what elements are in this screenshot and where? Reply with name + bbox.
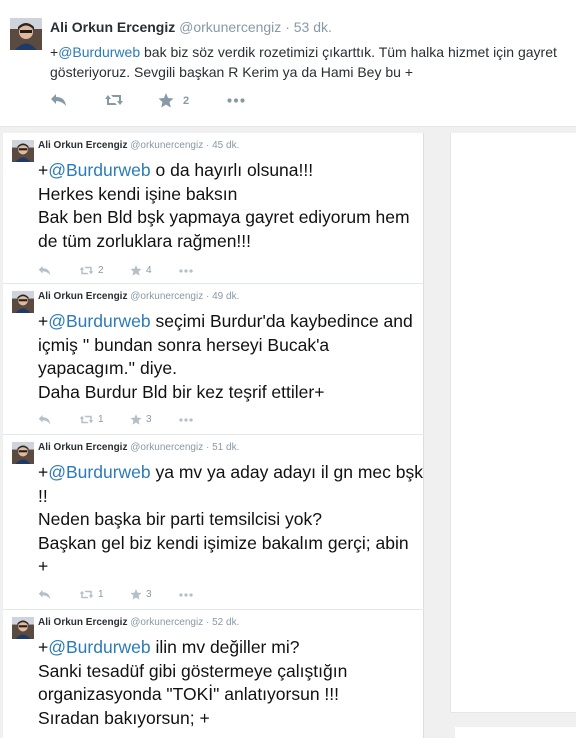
user-handle[interactable]: @orkunercengiz	[130, 617, 203, 628]
tweet-time-sep: ·	[206, 617, 210, 628]
tweet-item[interactable]: Ali Orkun Ercengiz @orkunercengiz · 51 d…	[3, 435, 424, 610]
star-icon	[130, 414, 142, 425]
favorite-button[interactable]: 2	[158, 93, 189, 108]
tweet-time-sep: ·	[206, 140, 210, 151]
tweet-prefix: +	[38, 160, 49, 180]
retweet-count: 2	[98, 265, 104, 276]
retweet-button[interactable]: 1	[79, 414, 104, 425]
tweet-time[interactable]: 52 dk.	[212, 617, 239, 628]
tweet-time[interactable]: 51 dk.	[212, 442, 239, 453]
tweet-header: Ali Orkun Ercengiz @orkunercengiz · 52 d…	[38, 617, 239, 628]
tweet-time[interactable]: 45 dk.	[212, 140, 239, 151]
more-button[interactable]	[227, 98, 245, 103]
user-name[interactable]: Ali Orkun Ercengiz	[50, 19, 175, 35]
favorite-count: 4	[146, 265, 152, 276]
reply-icon	[38, 265, 51, 276]
more-icon	[179, 593, 193, 597]
avatar[interactable]	[12, 442, 34, 464]
reply-button[interactable]	[38, 265, 51, 276]
reply-button[interactable]	[38, 589, 51, 600]
mention-link[interactable]: @Burdurweb	[48, 311, 150, 331]
star-icon	[130, 589, 142, 600]
tweet-time-sep: ·	[285, 19, 290, 35]
tweet-time-sep: ·	[206, 291, 210, 302]
tweet-time[interactable]: 49 dk.	[212, 291, 239, 302]
tweet-item[interactable]: Ali Orkun Ercengiz @orkunercengiz · 45 d…	[3, 133, 424, 284]
tweet-prefix: +	[38, 462, 49, 482]
avatar[interactable]	[12, 140, 34, 162]
reply-button[interactable]	[50, 93, 67, 107]
favorite-count: 3	[146, 589, 152, 600]
mention-link[interactable]: @Burdurweb	[48, 462, 150, 482]
more-button[interactable]	[179, 593, 193, 597]
favorite-button[interactable]: 3	[130, 414, 152, 425]
mention-link[interactable]: @Burdurweb	[48, 160, 150, 180]
tweet-text: +@Burdurweb ilin mv değiller mi? Sanki t…	[38, 636, 423, 730]
reply-icon	[51, 94, 66, 106]
tweet-text: +@Burdurweb ya mv ya aday adayı il gn me…	[38, 461, 423, 579]
user-name[interactable]: Ali Orkun Ercengiz	[38, 291, 127, 302]
retweet-button[interactable]	[104, 93, 133, 107]
favorite-count: 3	[146, 414, 152, 425]
tweet-prefix: +	[50, 44, 59, 60]
tweet-text: +@Burdurweb o da hayırlı olsuna!!! Herke…	[38, 159, 423, 253]
user-handle[interactable]: @orkunercengiz	[130, 140, 203, 151]
side-panel	[450, 133, 576, 713]
reply-icon	[38, 414, 51, 425]
feed-background: Ali Orkun Ercengiz @orkunercengiz · 45 d…	[0, 127, 576, 738]
top-tweet: Ali Orkun Ercengiz @orkunercengiz · 53 d…	[0, 0, 576, 127]
tweet-text: +@Burdurweb bak biz söz verdik rozetimiz…	[50, 42, 565, 82]
avatar-image	[10, 18, 42, 50]
retweet-icon	[79, 590, 94, 599]
tweet-header: Ali Orkun Ercengiz @orkunercengiz · 53 d…	[50, 19, 332, 35]
retweet-icon	[105, 95, 123, 105]
user-handle[interactable]: @orkunercengiz	[130, 291, 203, 302]
star-icon	[158, 93, 174, 108]
more-icon	[179, 269, 193, 273]
user-name[interactable]: Ali Orkun Ercengiz	[38, 140, 127, 151]
tweet-item[interactable]: Ali Orkun Ercengiz @orkunercengiz · 52 d…	[3, 610, 424, 738]
avatar[interactable]	[12, 617, 34, 639]
user-handle[interactable]: @orkunercengiz	[179, 19, 281, 35]
avatar-image	[12, 140, 34, 162]
reply-icon	[38, 589, 51, 600]
timeline: Ali Orkun Ercengiz @orkunercengiz · 45 d…	[3, 133, 424, 738]
favorite-button[interactable]: 3	[130, 589, 152, 600]
side-panel-footer	[455, 727, 576, 738]
avatar-image	[12, 291, 34, 313]
tweet-text: +@Burdurweb seçimi Burdur'da kaybedince …	[38, 310, 423, 404]
retweet-icon	[79, 266, 94, 275]
tweet-time-sep: ·	[206, 442, 210, 453]
more-button[interactable]	[179, 269, 193, 273]
user-handle[interactable]: @orkunercengiz	[130, 442, 203, 453]
tweet-prefix: +	[38, 311, 49, 331]
more-icon	[227, 98, 245, 103]
star-icon	[130, 265, 142, 276]
avatar-image	[12, 617, 34, 639]
tweet-prefix: +	[38, 637, 49, 657]
more-icon	[179, 418, 193, 422]
avatar[interactable]	[10, 18, 42, 50]
retweet-icon	[79, 415, 94, 424]
tweet-time[interactable]: 53 dk.	[294, 19, 332, 35]
retweet-button[interactable]: 2	[79, 265, 104, 276]
mention-link[interactable]: @Burdurweb	[48, 637, 150, 657]
user-name[interactable]: Ali Orkun Ercengiz	[38, 442, 127, 453]
favorite-button[interactable]: 4	[130, 265, 152, 276]
tweet-item[interactable]: Ali Orkun Ercengiz @orkunercengiz · 49 d…	[3, 284, 424, 435]
retweet-button[interactable]: 1	[79, 589, 104, 600]
avatar-image	[12, 442, 34, 464]
tweet-header: Ali Orkun Ercengiz @orkunercengiz · 49 d…	[38, 291, 239, 302]
more-button[interactable]	[179, 418, 193, 422]
favorite-count: 2	[183, 94, 190, 107]
tweet-header: Ali Orkun Ercengiz @orkunercengiz · 51 d…	[38, 442, 239, 453]
avatar[interactable]	[12, 291, 34, 313]
retweet-count: 1	[98, 414, 104, 425]
user-name[interactable]: Ali Orkun Ercengiz	[38, 617, 127, 628]
tweet-header: Ali Orkun Ercengiz @orkunercengiz · 45 d…	[38, 140, 239, 151]
mention-link[interactable]: @Burdurweb	[58, 44, 140, 60]
reply-button[interactable]	[38, 414, 51, 425]
retweet-count: 1	[98, 589, 104, 600]
